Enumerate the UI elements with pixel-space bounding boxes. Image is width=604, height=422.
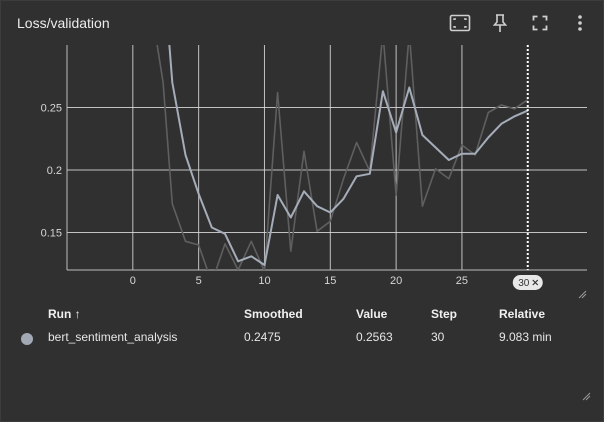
fullscreen-icon (532, 15, 548, 31)
card-resize-handle[interactable] (581, 391, 591, 401)
x-tick-label: 15 (324, 275, 336, 287)
x-tick-label: 20 (390, 275, 402, 287)
card-toolbar (447, 11, 593, 35)
header-relative: Relative (499, 307, 546, 321)
y-tick-label: 0.15 (41, 228, 62, 240)
x-tick-label: 25 (456, 275, 468, 287)
line-chart[interactable]: 0 5 10 15 20 25 0.15 0.2 0.25 30 (1, 41, 604, 303)
row-relative: 9.083 min (499, 330, 552, 344)
card-header: Loss/validation (1, 1, 604, 45)
row-smoothed: 0.2475 (244, 330, 281, 344)
series-line-raw (156, 45, 529, 270)
chart-resize-handle[interactable] (578, 290, 587, 299)
scalar-card: Loss/validation 0 5 10 15 20 25 0.15 0.2… (0, 0, 604, 422)
row-run-name: bert_sentiment_analysis (48, 330, 178, 344)
pin-icon (492, 14, 508, 32)
header-smoothed: Smoothed (244, 307, 303, 321)
fit-domain-button[interactable] (447, 11, 473, 35)
row-value: 0.2563 (356, 330, 393, 344)
series-line-smoothed (168, 45, 529, 266)
more-vert-icon (578, 15, 582, 31)
hover-layer: 30 (512, 45, 543, 290)
run-color-dot (21, 333, 33, 345)
y-tick-label: 0.2 (47, 165, 62, 177)
row-step: 30 (431, 330, 445, 344)
header-step: Step (431, 307, 458, 321)
x-tick-label: 5 (196, 275, 202, 287)
fullscreen-button[interactable] (527, 11, 553, 35)
chart-area[interactable]: 0 5 10 15 20 25 0.15 0.2 0.25 30 (1, 41, 604, 303)
card-title: Loss/validation (17, 15, 110, 31)
header-run[interactable]: Run ↑ (48, 307, 81, 321)
more-options-button[interactable] (567, 11, 593, 35)
series-layer (156, 45, 529, 270)
pin-button[interactable] (487, 11, 513, 35)
x-tick-label: 0 (130, 275, 136, 287)
y-axis-ticks: 0.15 0.2 0.25 (41, 103, 62, 240)
step-badge-label: 30 (518, 278, 530, 289)
header-value: Value (356, 307, 388, 321)
fit-domain-icon (449, 14, 471, 32)
y-tick-label: 0.25 (41, 103, 62, 115)
x-axis-ticks: 0 5 10 15 20 25 (130, 275, 468, 287)
grid (66, 45, 587, 271)
x-tick-label: 10 (258, 275, 270, 287)
